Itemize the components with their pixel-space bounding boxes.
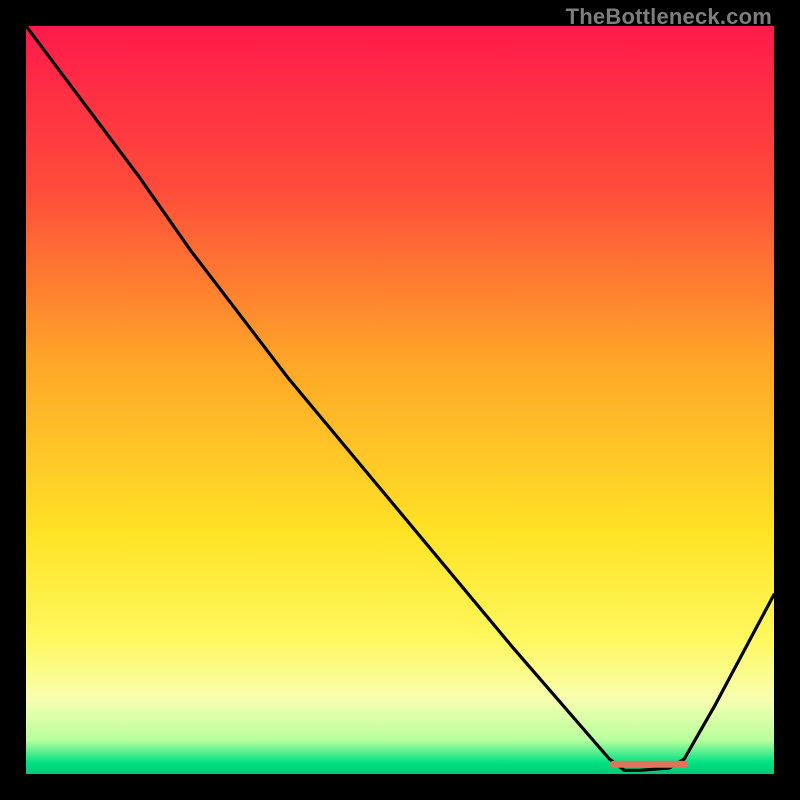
chart-svg [26, 26, 774, 774]
chart-frame: TheBottleneck.com [0, 0, 800, 800]
plot-area [26, 26, 774, 774]
attribution-text: TheBottleneck.com [566, 4, 772, 30]
gradient-background [26, 26, 774, 774]
